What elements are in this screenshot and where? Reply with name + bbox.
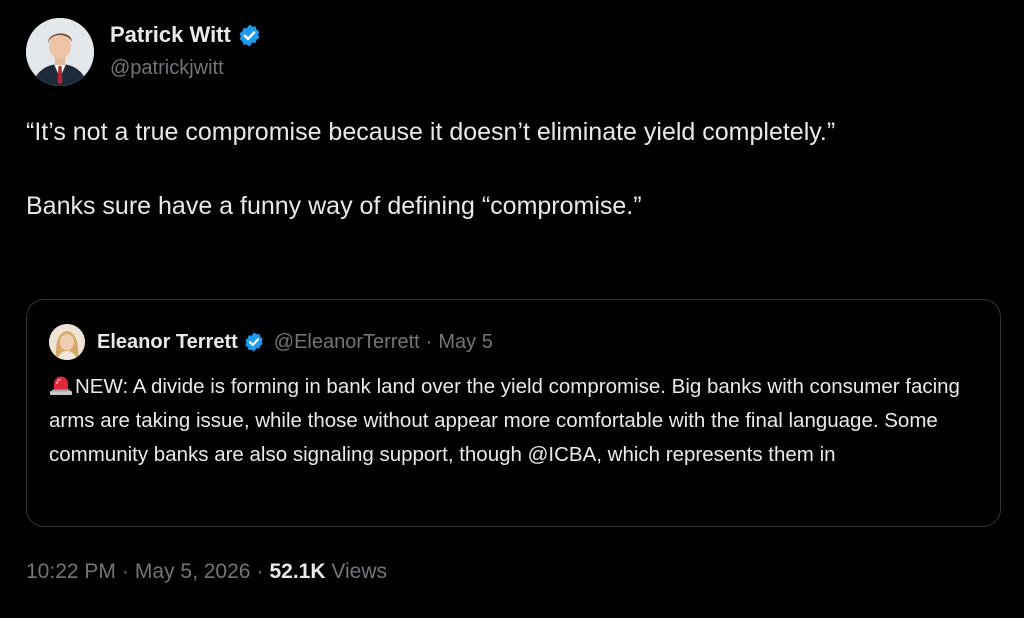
quoted-tweet-date[interactable]: May 5 bbox=[438, 331, 492, 354]
quoted-author-name[interactable]: Eleanor Terrett bbox=[97, 331, 238, 354]
quoted-tweet-header: Eleanor Terrett @EleanorTerrett · May 5 bbox=[49, 322, 493, 362]
author-name-row: Patrick Witt bbox=[110, 20, 262, 50]
author-handle[interactable]: @patrickjwitt bbox=[110, 57, 224, 80]
tweet-meta: 10:22 PM · May 5, 2026 · 52.1K Views bbox=[26, 560, 387, 584]
tweet-paragraph: Banks sure have a funny way of defining … bbox=[26, 192, 642, 220]
quoted-author-avatar-image bbox=[49, 324, 85, 360]
tweet-paragraph: “It’s not a true compromise because it d… bbox=[26, 118, 836, 146]
meta-separator: · bbox=[256, 560, 264, 583]
author-avatar-image bbox=[26, 18, 94, 86]
verified-badge-icon bbox=[239, 24, 260, 46]
author-avatar[interactable] bbox=[26, 18, 94, 86]
author-name[interactable]: Patrick Witt bbox=[110, 22, 231, 48]
quoted-header-separator: · bbox=[425, 330, 433, 353]
meta-separator: · bbox=[121, 560, 129, 583]
quoted-author-avatar[interactable] bbox=[49, 324, 85, 360]
quoted-tweet-body: NEW: A divide is forming in bank land ov… bbox=[49, 375, 960, 466]
quoted-tweet-card[interactable]: Eleanor Terrett @EleanorTerrett · May 5 … bbox=[26, 299, 1001, 527]
tweet-time[interactable]: 10:22 PM bbox=[26, 560, 116, 583]
tweet-card: Patrick Witt @patrickjwitt “It’s not a t… bbox=[0, 0, 1024, 618]
verified-badge-icon bbox=[245, 332, 263, 352]
rotating-light-icon bbox=[50, 376, 72, 395]
views-label[interactable]: Views bbox=[331, 560, 387, 583]
quoted-tweet-text: NEW: A divide is forming in bank land ov… bbox=[49, 370, 989, 472]
tweet-date[interactable]: May 5, 2026 bbox=[135, 560, 251, 583]
quoted-author-handle[interactable]: @EleanorTerrett bbox=[274, 331, 420, 354]
tweet-text: “It’s not a true compromise because it d… bbox=[26, 114, 986, 225]
views-count[interactable]: 52.1K bbox=[269, 560, 325, 583]
